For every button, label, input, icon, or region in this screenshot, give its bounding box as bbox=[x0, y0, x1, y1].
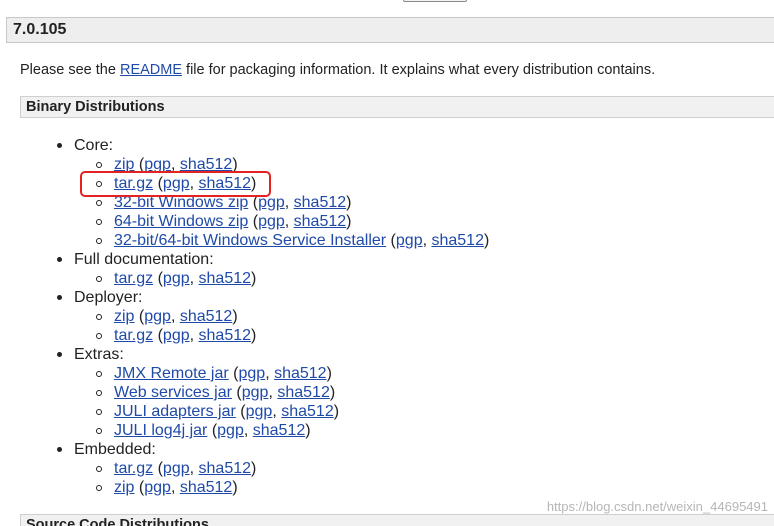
bullet-circle-icon bbox=[96, 409, 102, 415]
download-item: tar.gz (pgp, sha512) bbox=[96, 459, 256, 478]
pgp-link[interactable]: pgp bbox=[163, 175, 190, 192]
sha512-link[interactable]: sha512 bbox=[294, 194, 347, 211]
bullet-circle-icon bbox=[96, 371, 102, 377]
sha512-link[interactable]: sha512 bbox=[199, 270, 252, 287]
pgp-link[interactable]: pgp bbox=[144, 308, 171, 325]
download-item: zip (pgp, sha512) bbox=[96, 307, 238, 326]
top-button[interactable] bbox=[403, 0, 467, 2]
version-header: 7.0.105 bbox=[6, 17, 774, 43]
bullet-disc-icon bbox=[57, 257, 62, 262]
group-label-row: Full documentation: bbox=[57, 250, 214, 269]
sha512-link[interactable]: sha512 bbox=[277, 384, 330, 401]
download-item: tar.gz (pgp, sha512) bbox=[96, 174, 256, 193]
download-item: 32-bit/64-bit Windows Service Installer … bbox=[96, 231, 489, 250]
bullet-circle-icon bbox=[96, 333, 102, 339]
pgp-link[interactable]: pgp bbox=[163, 270, 190, 287]
pgp-link[interactable]: pgp bbox=[238, 365, 265, 382]
download-item: Web services jar (pgp, sha512) bbox=[96, 383, 335, 402]
sha512-link[interactable]: sha512 bbox=[274, 365, 327, 382]
pgp-link[interactable]: pgp bbox=[217, 422, 244, 439]
binary-distributions-header: Binary Distributions bbox=[20, 96, 774, 118]
group-label-row: Deployer: bbox=[57, 288, 143, 307]
sha512-link[interactable]: sha512 bbox=[180, 479, 233, 496]
download-link[interactable]: zip bbox=[114, 308, 134, 325]
bullet-disc-icon bbox=[57, 352, 62, 357]
pgp-link[interactable]: pgp bbox=[242, 384, 269, 401]
pgp-link[interactable]: pgp bbox=[163, 327, 190, 344]
bullet-disc-icon bbox=[57, 295, 62, 300]
download-link[interactable]: zip bbox=[114, 156, 134, 173]
download-item: 64-bit Windows zip (pgp, sha512) bbox=[96, 212, 351, 231]
pgp-link[interactable]: pgp bbox=[396, 232, 423, 249]
group-label: Deployer: bbox=[74, 289, 143, 306]
download-item: 32-bit Windows zip (pgp, sha512) bbox=[96, 193, 351, 212]
bullet-circle-icon bbox=[96, 200, 102, 206]
download-link[interactable]: tar.gz bbox=[114, 270, 153, 287]
sha512-link[interactable]: sha512 bbox=[180, 308, 233, 325]
bullet-circle-icon bbox=[96, 485, 102, 491]
download-link[interactable]: Web services jar bbox=[114, 384, 232, 401]
bullet-circle-icon bbox=[96, 238, 102, 244]
bullet-circle-icon bbox=[96, 162, 102, 168]
readme-link[interactable]: README bbox=[120, 62, 182, 78]
group-label-row: Extras: bbox=[57, 345, 124, 364]
bullet-circle-icon bbox=[96, 466, 102, 472]
download-page: 7.0.105 Please see the README file for p… bbox=[0, 0, 774, 526]
sha512-link[interactable]: sha512 bbox=[281, 403, 334, 420]
download-link[interactable]: 32-bit/64-bit Windows Service Installer bbox=[114, 232, 386, 249]
pgp-link[interactable]: pgp bbox=[246, 403, 273, 420]
group-label-row: Embedded: bbox=[57, 440, 156, 459]
group-label: Core: bbox=[74, 137, 114, 154]
sha512-link[interactable]: sha512 bbox=[199, 460, 252, 477]
download-item: tar.gz (pgp, sha512) bbox=[96, 269, 256, 288]
bullet-disc-icon bbox=[57, 143, 62, 148]
source-distributions-header: Source Code Distributions bbox=[20, 514, 774, 526]
bullet-circle-icon bbox=[96, 276, 102, 282]
pgp-link[interactable]: pgp bbox=[144, 479, 171, 496]
download-link[interactable]: JULI log4j jar bbox=[114, 422, 207, 439]
download-link[interactable]: tar.gz bbox=[114, 460, 153, 477]
bullet-disc-icon bbox=[57, 447, 62, 452]
intro-paragraph: Please see the README file for packaging… bbox=[20, 60, 655, 80]
intro-text-after: file for packaging information. It expla… bbox=[182, 62, 656, 78]
bullet-circle-icon bbox=[96, 428, 102, 434]
download-link[interactable]: zip bbox=[114, 479, 134, 496]
bullet-circle-icon bbox=[96, 181, 102, 187]
download-link[interactable]: tar.gz bbox=[114, 327, 153, 344]
group-label: Extras: bbox=[74, 346, 124, 363]
download-item: JULI adapters jar (pgp, sha512) bbox=[96, 402, 339, 421]
bullet-circle-icon bbox=[96, 314, 102, 320]
intro-text-before: Please see the bbox=[20, 62, 120, 78]
pgp-link[interactable]: pgp bbox=[258, 194, 285, 211]
sha512-link[interactable]: sha512 bbox=[294, 213, 347, 230]
group-label-row: Core: bbox=[57, 136, 114, 155]
sha512-link[interactable]: sha512 bbox=[180, 156, 233, 173]
group-label: Full documentation: bbox=[74, 251, 214, 268]
pgp-link[interactable]: pgp bbox=[258, 213, 285, 230]
download-item: JULI log4j jar (pgp, sha512) bbox=[96, 421, 311, 440]
pgp-link[interactable]: pgp bbox=[144, 156, 171, 173]
watermark: https://blog.csdn.net/weixin_44695491 bbox=[546, 499, 768, 514]
sha512-link[interactable]: sha512 bbox=[199, 175, 252, 192]
sha512-link[interactable]: sha512 bbox=[431, 232, 484, 249]
download-link[interactable]: tar.gz bbox=[114, 175, 153, 192]
sha512-link[interactable]: sha512 bbox=[199, 327, 252, 344]
download-link[interactable]: 64-bit Windows zip bbox=[114, 213, 248, 230]
download-item: tar.gz (pgp, sha512) bbox=[96, 326, 256, 345]
download-item: zip (pgp, sha512) bbox=[96, 478, 238, 497]
download-item: zip (pgp, sha512) bbox=[96, 155, 238, 174]
pgp-link[interactable]: pgp bbox=[163, 460, 190, 477]
bullet-circle-icon bbox=[96, 390, 102, 396]
group-label: Embedded: bbox=[74, 441, 156, 458]
sha512-link[interactable]: sha512 bbox=[253, 422, 306, 439]
download-link[interactable]: JULI adapters jar bbox=[114, 403, 236, 420]
download-link[interactable]: 32-bit Windows zip bbox=[114, 194, 248, 211]
download-link[interactable]: JMX Remote jar bbox=[114, 365, 229, 382]
download-item: JMX Remote jar (pgp, sha512) bbox=[96, 364, 332, 383]
bullet-circle-icon bbox=[96, 219, 102, 225]
